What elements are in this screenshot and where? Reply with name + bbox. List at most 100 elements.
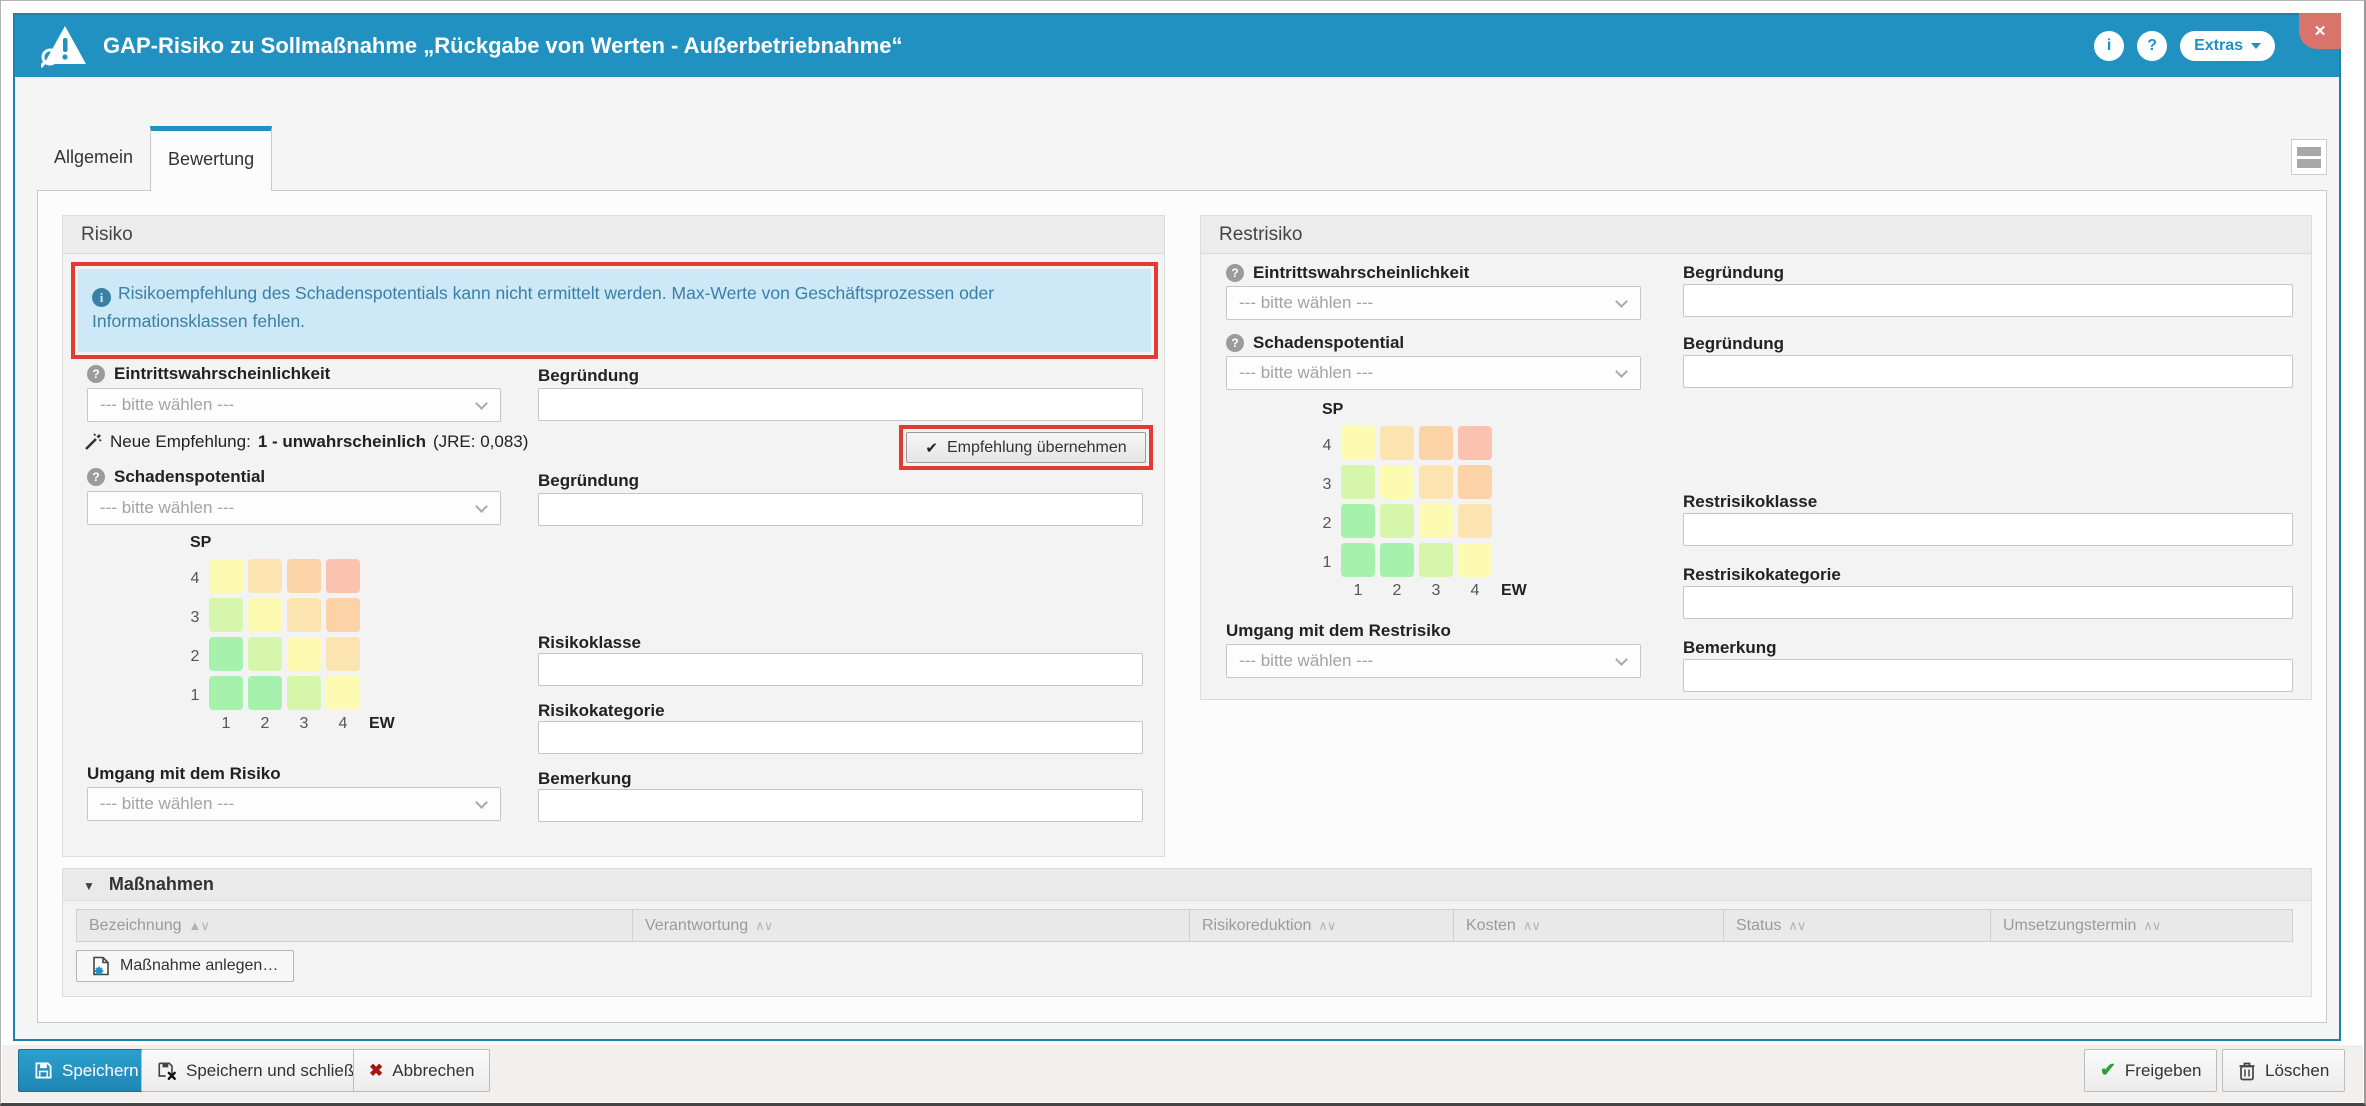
umgang-restrisiko-select[interactable]: --- bitte wählen ---: [1226, 644, 1641, 678]
add-massnahme-button[interactable]: Maßnahme anlegen…: [76, 950, 294, 982]
info-button[interactable]: i: [2094, 31, 2124, 61]
matrix-cell: [287, 676, 321, 710]
matrix-col-label: 2: [248, 715, 282, 733]
release-button[interactable]: ✔ Freigeben: [2084, 1049, 2217, 1092]
matrix-cell: [1341, 426, 1375, 460]
apply-recommendation-button[interactable]: ✔ Empfehlung übernehmen: [906, 432, 1146, 463]
matrix-cell: [248, 676, 282, 710]
begruendung-ew-input[interactable]: [538, 388, 1143, 421]
massnahmen-title: Maßnahmen: [109, 874, 214, 894]
column-header-kosten[interactable]: Kosten∧∨: [1453, 909, 1724, 942]
delete-button[interactable]: Löschen: [2222, 1049, 2345, 1092]
recommendation-jre: (JRE: 0,083): [433, 432, 528, 452]
chevron-down-icon: [1615, 653, 1628, 666]
matrix-cell: [1458, 504, 1492, 538]
field-help-icon[interactable]: ?: [1226, 264, 1244, 282]
ew-axis-label: EW: [369, 715, 395, 733]
apply-annotation-highlight: ✔ Empfehlung übernehmen: [899, 425, 1153, 470]
select-value: --- bitte wählen ---: [100, 492, 234, 524]
save-and-close-button[interactable]: Speichern und schließen: [141, 1049, 389, 1092]
column-header-bezeichnung[interactable]: Bezeichnung▲∨: [76, 909, 633, 942]
begruendung-sp-input[interactable]: [538, 493, 1143, 526]
massnahmen-table-header: Bezeichnung▲∨ Verantwortung∧∨ Risikoredu…: [76, 909, 2293, 942]
help-icon: ?: [2147, 37, 2157, 55]
risikokategorie-input[interactable]: [538, 721, 1143, 754]
save-button[interactable]: Speichern: [18, 1049, 155, 1092]
rest-begruendung-sp-input[interactable]: [1683, 355, 2293, 388]
column-header-umsetzungstermin[interactable]: Umsetzungstermin∧∨: [1990, 909, 2293, 942]
rest-bemerkung-input[interactable]: [1683, 659, 2293, 692]
matrix-cell: [1419, 504, 1453, 538]
recommendation-line: Neue Empfehlung: 1 - unwahrscheinlich (J…: [83, 432, 528, 452]
matrix-cell: [326, 676, 360, 710]
matrix-row-label: 3: [1313, 476, 1341, 494]
eintrittswahrscheinlichkeit-select[interactable]: --- bitte wählen ---: [87, 388, 501, 422]
matrix-cell: [326, 559, 360, 593]
rest-begruendung-ew-input[interactable]: [1683, 284, 2293, 317]
bemerkung-input[interactable]: [538, 789, 1143, 822]
field-help-icon[interactable]: ?: [87, 468, 105, 486]
recommendation-value: 1 - unwahrscheinlich: [258, 432, 426, 452]
sort-icon: ∧∨: [1788, 918, 1805, 933]
chevron-down-icon: [475, 796, 488, 809]
begruendung-label: Begründung: [1683, 263, 1784, 283]
begruendung-label: Begründung: [538, 471, 639, 491]
matrix-cell: [248, 637, 282, 671]
matrix-cell: [1419, 465, 1453, 499]
cancel-button[interactable]: ✖ Abbrechen: [353, 1049, 490, 1092]
risiko-panel: Risiko iRisikoempfehlung des Schadenspot…: [62, 215, 1165, 857]
rest-eintrittswahrscheinlichkeit-select[interactable]: --- bitte wählen ---: [1226, 286, 1641, 320]
rest-schadenspotential-select[interactable]: --- bitte wählen ---: [1226, 356, 1641, 390]
sort-icon: ∧∨: [1318, 918, 1335, 933]
field-help-icon[interactable]: ?: [1226, 334, 1244, 352]
risiko-info-text: Risikoempfehlung des Schadenspotentials …: [92, 283, 994, 331]
chevron-down-icon: [1615, 295, 1628, 308]
select-value: --- bitte wählen ---: [1239, 357, 1373, 389]
collapse-triangle-icon: ▼: [83, 879, 95, 893]
select-value: --- bitte wählen ---: [100, 389, 234, 421]
trash-icon: [2238, 1061, 2256, 1081]
window-title: GAP-Risiko zu Sollmaßnahme „Rückgabe von…: [103, 15, 902, 77]
begruendung-label: Begründung: [538, 366, 639, 386]
matrix-cell: [326, 598, 360, 632]
massnahmen-section-header[interactable]: ▼ Maßnahmen: [63, 869, 2311, 901]
matrix-cell: [1380, 504, 1414, 538]
tab-allgemein[interactable]: Allgemein: [37, 126, 150, 190]
matrix-cell: [287, 637, 321, 671]
tab-bewertung[interactable]: Bewertung: [150, 126, 272, 191]
umgang-risiko-select[interactable]: --- bitte wählen ---: [87, 787, 501, 821]
matrix-cell: [326, 637, 360, 671]
matrix-cell: [209, 676, 243, 710]
schadenspotential-select[interactable]: --- bitte wählen ---: [87, 491, 501, 525]
restrisikokategorie-label: Restrisikokategorie: [1683, 565, 1841, 585]
magic-wand-icon: [83, 432, 103, 452]
matrix-row-label: 3: [181, 609, 209, 627]
matrix-cell: [209, 637, 243, 671]
help-button[interactable]: ?: [2137, 31, 2167, 61]
close-button[interactable]: ✕: [2299, 13, 2341, 49]
column-header-status[interactable]: Status∧∨: [1723, 909, 1991, 942]
eintrittswahrscheinlichkeit-label: ? Eintrittswahrscheinlichkeit: [1226, 263, 1469, 283]
bemerkung-label: Bemerkung: [1683, 638, 1777, 658]
sp-axis-label: SP: [1322, 401, 1527, 419]
sort-icon: ∧∨: [755, 918, 772, 933]
ew-axis-label: EW: [1501, 582, 1527, 600]
matrix-row-label: 1: [1313, 554, 1341, 572]
dialog-header: GAP-Risiko zu Sollmaßnahme „Rückgabe von…: [15, 15, 2339, 77]
column-header-risikoreduktion[interactable]: Risikoreduktion∧∨: [1189, 909, 1454, 942]
matrix-cell: [1380, 543, 1414, 577]
field-help-icon[interactable]: ?: [87, 365, 105, 383]
column-header-verantwortung[interactable]: Verantwortung∧∨: [632, 909, 1190, 942]
restrisikoklasse-label: Restrisikoklasse: [1683, 492, 1817, 512]
matrix-cell: [1458, 426, 1492, 460]
recommendation-prefix: Neue Empfehlung:: [110, 432, 251, 452]
restrisikokategorie-input[interactable]: [1683, 586, 2293, 619]
sort-icon: ∧∨: [1523, 918, 1540, 933]
layout-bars-icon: [2297, 159, 2321, 168]
matrix-cell: [248, 559, 282, 593]
extras-button[interactable]: Extras: [2180, 31, 2275, 61]
risikoklasse-input[interactable]: [538, 653, 1143, 686]
layout-toggle-button[interactable]: [2291, 139, 2327, 175]
matrix-col-label: 2: [1380, 582, 1414, 600]
restrisikoklasse-input[interactable]: [1683, 513, 2293, 546]
